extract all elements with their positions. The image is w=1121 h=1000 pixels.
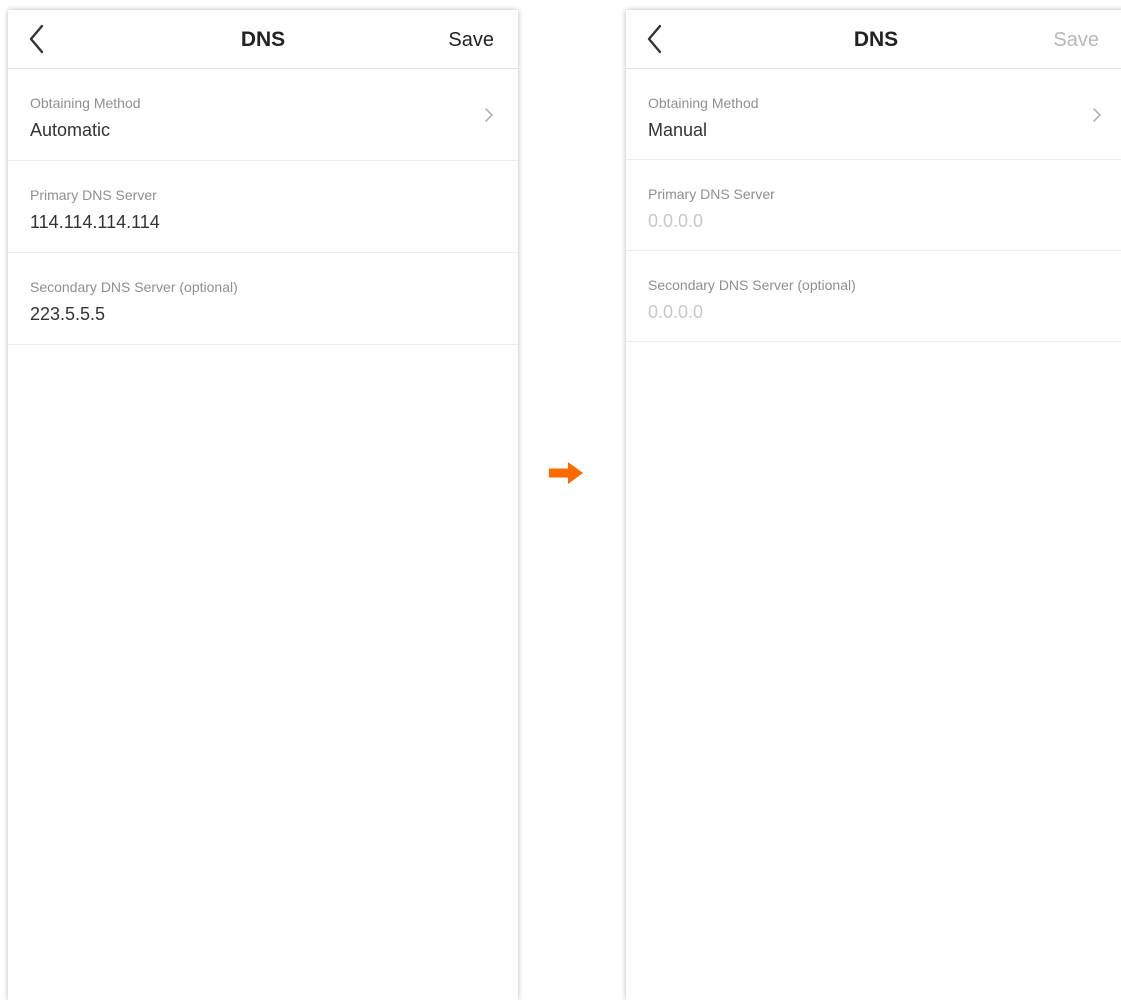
save-button-disabled[interactable]: Save [1053, 29, 1099, 52]
secondary-dns-label: Secondary DNS Server (optional) [30, 279, 238, 295]
obtaining-method-label: Obtaining Method [30, 95, 141, 111]
page-title: DNS [240, 28, 286, 51]
secondary-dns-value: 223.5.5.5 [30, 304, 106, 324]
primary-dns-label: Primary DNS Server [648, 186, 775, 202]
obtaining-method-value: Automatic [30, 120, 111, 140]
primary-dns-row[interactable]: Primary DNS Server 0.0.0.0 [626, 160, 1121, 251]
primary-dns-value: 114.114.114.114 [30, 212, 160, 232]
primary-dns-label: Primary DNS Server [30, 187, 157, 203]
chevron-right-icon [485, 108, 493, 122]
chevron-right-icon [1093, 108, 1101, 122]
primary-dns-input[interactable]: 0.0.0.0 [648, 211, 703, 232]
navigation-bar: DNS Save [8, 10, 518, 69]
arrow-right-icon [549, 462, 583, 484]
dns-screen-automatic: DNS Save Obtaining Method Automatic Prim… [8, 10, 518, 1000]
obtaining-method-value: Manual [648, 120, 708, 140]
dns-screen-manual: DNS Save Obtaining Method Manual Primary… [626, 10, 1121, 1000]
secondary-dns-label: Secondary DNS Server (optional) [648, 277, 856, 293]
navigation-bar: DNS Save [626, 10, 1121, 69]
secondary-dns-row[interactable]: Secondary DNS Server (optional) 0.0.0.0 [626, 251, 1121, 342]
obtaining-method-row[interactable]: Obtaining Method Manual [626, 69, 1121, 160]
obtaining-method-row[interactable]: Obtaining Method Automatic [8, 69, 518, 161]
page-title: DNS [853, 28, 899, 51]
save-button[interactable]: Save [448, 29, 494, 52]
primary-dns-row[interactable]: Primary DNS Server 114.114.114.114 [8, 161, 518, 253]
obtaining-method-label: Obtaining Method [648, 95, 759, 111]
secondary-dns-input[interactable]: 0.0.0.0 [648, 302, 703, 323]
secondary-dns-row[interactable]: Secondary DNS Server (optional) 223.5.5.… [8, 253, 518, 345]
